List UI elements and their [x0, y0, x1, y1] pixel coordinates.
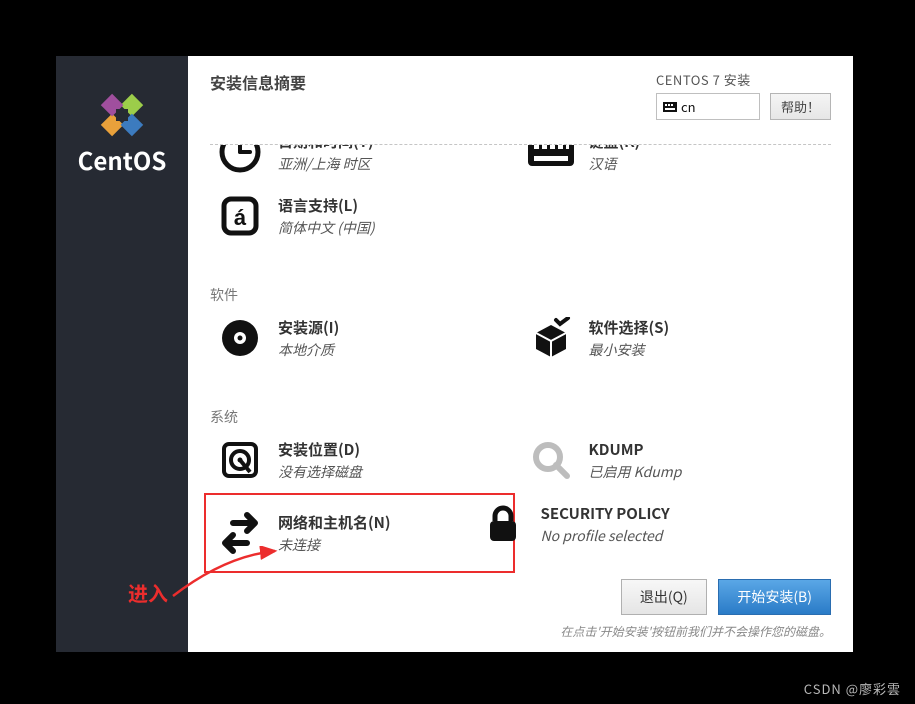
spoke-destination-sub: 没有选择磁盘 [278, 462, 362, 482]
package-icon [521, 315, 581, 361]
spoke-keyboard-title: 键盘(K) [589, 145, 641, 152]
installer-window: CentOS 安装信息摘要 CENTOS 7 安装 cn 帮助！ [56, 56, 853, 652]
svg-text:á: á [234, 205, 247, 230]
disc-icon [210, 315, 270, 361]
sidebar-brand: CentOS [56, 142, 188, 177]
footer-hint: 在点击'开始安装'按钮前我们并不会操作您的磁盘。 [210, 623, 831, 640]
kdump-icon [521, 437, 581, 483]
hdd-icon [210, 437, 270, 483]
annotation-enter-label: 进入 [128, 578, 168, 607]
sidebar: CentOS [56, 56, 188, 652]
keyboard-layout-indicator[interactable]: cn [656, 93, 760, 120]
network-icon [210, 510, 270, 556]
section-system: 系统 [210, 407, 831, 427]
help-button[interactable]: 帮助！ [770, 93, 831, 120]
spoke-kdump[interactable]: KDUMP 已启用 Kdump [521, 437, 832, 483]
keyboard-icon [521, 145, 581, 175]
page-title: 安装信息摘要 [210, 70, 656, 94]
spoke-keyboard-sub: 汉语 [589, 154, 641, 174]
spoke-network-title: 网络和主机名(N) [278, 512, 391, 533]
spoke-datetime-title: 日期和时间(T) [278, 145, 374, 152]
language-icon: á [210, 193, 270, 239]
spoke-softsel-sub: 最小安装 [589, 340, 670, 360]
spoke-datetime-sub: 亚洲/上海 时区 [278, 154, 374, 174]
quit-button[interactable]: 退出(Q) [621, 579, 707, 615]
spoke-destination-title: 安装位置(D) [278, 439, 362, 460]
watermark: CSDN @廖彩雲 [804, 679, 901, 698]
spoke-kdump-sub: 已启用 Kdump [589, 462, 682, 482]
spoke-language-title: 语言支持(L) [278, 195, 375, 216]
spoke-softsel-title: 软件选择(S) [589, 317, 670, 338]
spoke-destination[interactable]: 安装位置(D) 没有选择磁盘 [210, 437, 521, 483]
spoke-language[interactable]: á 语言支持(L) 简体中文 (中国) [210, 193, 521, 239]
spoke-source-sub: 本地介质 [278, 340, 339, 360]
centos-logo-icon [56, 92, 188, 138]
spoke-network-sub: 未连接 [278, 535, 391, 555]
keyboard-layout-label: cn [681, 97, 696, 116]
section-software: 软件 [210, 285, 831, 305]
spoke-source-title: 安装源(I) [278, 317, 339, 338]
spoke-network[interactable]: 网络和主机名(N) 未连接 [204, 493, 515, 573]
spoke-datetime[interactable]: 日期和时间(T) 亚洲/上海 时区 [210, 145, 521, 175]
spoke-softsel[interactable]: 软件选择(S) 最小安装 [521, 315, 832, 361]
spoke-kdump-title: KDUMP [589, 439, 682, 460]
spoke-language-sub: 简体中文 (中国) [278, 218, 375, 238]
clock-icon [210, 145, 270, 175]
spoke-security[interactable]: SECURITY POLICY No profile selected [473, 501, 784, 547]
spoke-source[interactable]: 安装源(I) 本地介质 [210, 315, 521, 361]
distro-line: CENTOS 7 安装 [656, 70, 751, 89]
lock-icon [473, 501, 533, 547]
begin-install-button[interactable]: 开始安装(B) [718, 579, 831, 615]
spoke-keyboard[interactable]: 键盘(K) 汉语 [521, 145, 832, 175]
spoke-security-sub: No profile selected [541, 526, 670, 546]
spoke-security-title: SECURITY POLICY [541, 503, 670, 524]
keyboard-mini-icon [663, 97, 677, 116]
